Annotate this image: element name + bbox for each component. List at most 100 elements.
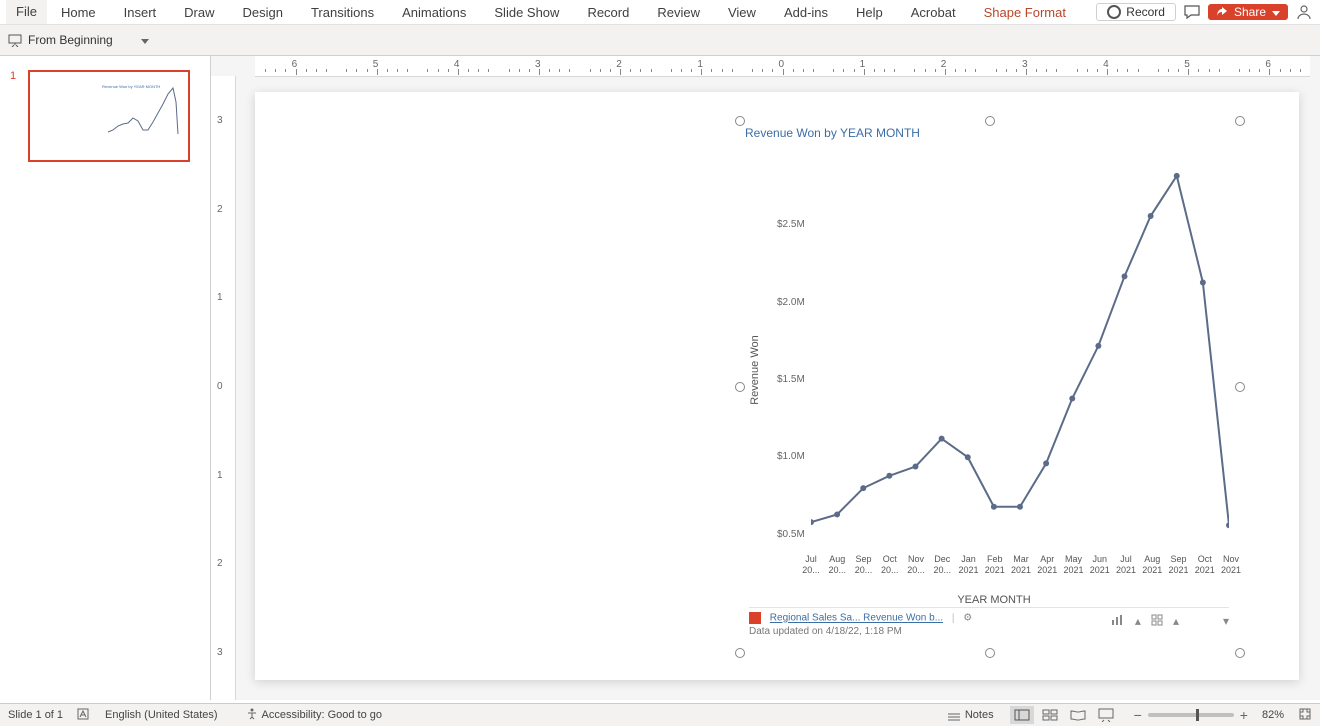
notes-icon bbox=[947, 709, 961, 721]
share-button[interactable]: Share bbox=[1208, 4, 1288, 20]
from-beginning-label: From Beginning bbox=[28, 33, 113, 47]
zoom-percent[interactable]: 82% bbox=[1262, 709, 1284, 721]
resize-handle[interactable] bbox=[1235, 648, 1245, 658]
ribbon-tab-draw[interactable]: Draw bbox=[170, 5, 228, 20]
comments-button[interactable] bbox=[1180, 2, 1204, 22]
visual-source-link[interactable]: Regional Sales Sa... Revenue Won b... bbox=[770, 613, 943, 624]
slide-counter[interactable]: Slide 1 of 1 bbox=[8, 709, 63, 721]
ruler-tick: 1 bbox=[217, 292, 223, 303]
work-area: 1 Revenue Won by YEAR MONTH 654321012345… bbox=[0, 56, 1320, 700]
resize-handle[interactable] bbox=[735, 648, 745, 658]
ruler-tick: 0 bbox=[217, 381, 223, 392]
x-tick-label: Apr2021 bbox=[1033, 554, 1061, 576]
resize-handle[interactable] bbox=[985, 116, 995, 126]
y-tick-label: $1.0M bbox=[777, 451, 805, 462]
record-button[interactable]: Record bbox=[1096, 3, 1176, 21]
reading-view-button[interactable] bbox=[1066, 706, 1090, 724]
record-label: Record bbox=[1126, 5, 1165, 19]
ribbon-tab-acrobat[interactable]: Acrobat bbox=[897, 5, 970, 20]
vertical-ruler: 3 2 1 0 1 2 3 bbox=[211, 76, 236, 700]
ribbon-tab-shapeformat[interactable]: Shape Format bbox=[970, 5, 1080, 20]
x-tick-label: Nov2021 bbox=[1217, 554, 1245, 576]
ruler-tick: 3 bbox=[217, 647, 223, 658]
thumbnail-slide-1[interactable]: Revenue Won by YEAR MONTH bbox=[28, 70, 190, 162]
resize-handle[interactable] bbox=[735, 382, 745, 392]
ribbon-tab-view[interactable]: View bbox=[714, 5, 770, 20]
ruler-tick: 2 bbox=[217, 558, 223, 569]
spellcheck-icon[interactable] bbox=[77, 708, 91, 723]
visual-footer: Regional Sales Sa... Revenue Won b... | … bbox=[749, 607, 1229, 646]
horizontal-ruler: 6543210123456 bbox=[255, 56, 1310, 77]
x-tick-label: Aug20... bbox=[823, 554, 851, 576]
x-tick-label: Oct2021 bbox=[1191, 554, 1219, 576]
ribbon-tab-home[interactable]: Home bbox=[47, 5, 110, 20]
visual-filters-icon[interactable]: ⚙ bbox=[963, 613, 972, 624]
from-beginning-button[interactable]: From Beginning bbox=[8, 33, 113, 47]
ruler-tick: 2 bbox=[217, 204, 223, 215]
x-tick-label: Jul2021 bbox=[1112, 554, 1140, 576]
resize-handle[interactable] bbox=[985, 648, 995, 658]
ribbon-tab-animations[interactable]: Animations bbox=[388, 5, 480, 20]
thumbnail-number: 1 bbox=[10, 70, 16, 82]
chevron-down-icon[interactable]: ▾ bbox=[1223, 614, 1229, 629]
share-dropdown-icon[interactable] bbox=[1272, 5, 1280, 19]
x-axis-label: YEAR MONTH bbox=[755, 594, 1233, 606]
ribbon-tab-slideshow[interactable]: Slide Show bbox=[480, 5, 573, 20]
status-bar: Slide 1 of 1 English (United States) Acc… bbox=[0, 703, 1320, 726]
chevron-up-icon-2[interactable]: ▴ bbox=[1173, 614, 1179, 629]
x-tick-label: Oct20... bbox=[876, 554, 904, 576]
slide-canvas[interactable]: Revenue Won by YEAR MONTH Revenue Won $0… bbox=[255, 92, 1299, 680]
ruler-tick: 3 bbox=[217, 115, 223, 126]
ribbon-tab-help[interactable]: Help bbox=[842, 5, 897, 20]
x-tick-label: Dec20... bbox=[928, 554, 956, 576]
resize-handle[interactable] bbox=[1235, 116, 1245, 126]
x-tick-label: Mar2021 bbox=[1007, 554, 1035, 576]
ruler-tick: 1 bbox=[217, 470, 223, 481]
ribbon-tab-file[interactable]: File bbox=[6, 0, 47, 24]
powerbi-visual[interactable]: Revenue Won by YEAR MONTH Revenue Won $0… bbox=[739, 120, 1239, 652]
record-dot-icon bbox=[1107, 5, 1121, 19]
visual-options-icon[interactable] bbox=[1151, 614, 1163, 629]
ribbon-tab-insert[interactable]: Insert bbox=[110, 5, 171, 20]
x-tick-label: Jan2021 bbox=[955, 554, 983, 576]
presentation-icon bbox=[8, 33, 22, 47]
thumbnail-pane[interactable]: 1 Revenue Won by YEAR MONTH bbox=[0, 56, 211, 700]
y-tick-label: $1.5M bbox=[777, 374, 805, 385]
slide-editor[interactable]: 6543210123456 3 2 1 0 1 2 3 Revenue Won by YEA… bbox=[211, 56, 1320, 700]
accessibility-icon[interactable] bbox=[246, 708, 258, 723]
ribbon-tab-addins[interactable]: Add-ins bbox=[770, 5, 842, 20]
visual-chart-icon[interactable] bbox=[1111, 614, 1125, 629]
notes-label: Notes bbox=[965, 709, 994, 721]
zoom-slider[interactable] bbox=[1148, 713, 1234, 717]
resize-handle[interactable] bbox=[1235, 382, 1245, 392]
account-button[interactable] bbox=[1294, 2, 1314, 22]
y-tick-label: $0.5M bbox=[777, 529, 805, 540]
ribbon-tab-transitions[interactable]: Transitions bbox=[297, 5, 388, 20]
x-tick-label: Feb2021 bbox=[981, 554, 1009, 576]
language-indicator[interactable]: English (United States) bbox=[105, 709, 218, 721]
share-icon bbox=[1216, 6, 1228, 18]
x-tick-label: Nov20... bbox=[902, 554, 930, 576]
y-tick-label: $2.0M bbox=[777, 297, 805, 308]
zoom-out-button[interactable]: − bbox=[1134, 707, 1142, 723]
notes-button[interactable]: Notes bbox=[947, 709, 994, 721]
qat-dropdown[interactable] bbox=[123, 33, 149, 47]
chart-plot bbox=[811, 148, 1229, 550]
chevron-up-icon-1[interactable]: ▴ bbox=[1135, 614, 1141, 629]
x-tick-label: Sep20... bbox=[850, 554, 878, 576]
ribbon-tab-review[interactable]: Review bbox=[643, 5, 714, 20]
x-tick-label: Jul20... bbox=[797, 554, 825, 576]
normal-view-button[interactable] bbox=[1010, 706, 1034, 724]
ribbon-tab-design[interactable]: Design bbox=[229, 5, 297, 20]
accessibility-text[interactable]: Accessibility: Good to go bbox=[262, 709, 382, 721]
slide-sorter-button[interactable] bbox=[1038, 706, 1062, 724]
ribbon-tab-record[interactable]: Record bbox=[573, 5, 643, 20]
x-tick-label: Jun2021 bbox=[1086, 554, 1114, 576]
visual-title: Revenue Won by YEAR MONTH bbox=[745, 126, 920, 140]
fit-window-button[interactable] bbox=[1298, 707, 1312, 724]
slideshow-view-button[interactable] bbox=[1094, 706, 1118, 724]
resize-handle[interactable] bbox=[735, 116, 745, 126]
zoom-in-button[interactable]: + bbox=[1240, 707, 1248, 723]
x-tick-label: May2021 bbox=[1060, 554, 1088, 576]
pbi-file-icon bbox=[749, 612, 761, 624]
